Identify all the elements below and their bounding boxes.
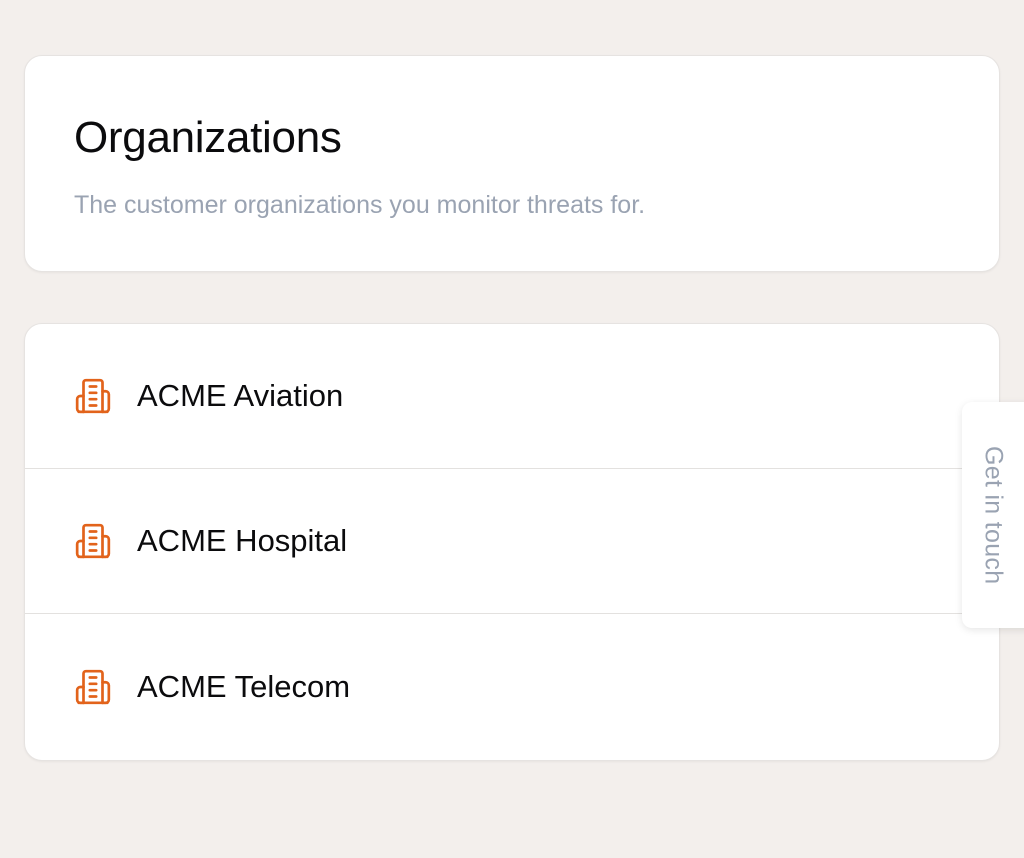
building-icon [74,377,112,415]
organization-list: ACME Aviation ACME Hospital ACME Telecom [25,324,999,759]
get-in-touch-tab[interactable]: Get in touch [962,402,1024,628]
organization-item-acme-aviation[interactable]: ACME Aviation [25,324,999,469]
building-icon [74,522,112,560]
header-card: Organizations The customer organizations… [24,55,1000,272]
organization-item-acme-telecom[interactable]: ACME Telecom [25,614,999,759]
page-title: Organizations [74,113,342,162]
organization-list-card: ACME Aviation ACME Hospital ACME Telecom [24,323,1000,761]
organization-name: ACME Telecom [137,668,351,704]
page-subtitle: The customer organizations you monitor t… [74,191,646,219]
building-icon [74,668,112,706]
organization-item-acme-hospital[interactable]: ACME Hospital [25,469,999,614]
get-in-touch-label: Get in touch [979,445,1008,585]
organization-name: ACME Hospital [137,523,348,558]
organization-name: ACME Aviation [137,378,344,413]
